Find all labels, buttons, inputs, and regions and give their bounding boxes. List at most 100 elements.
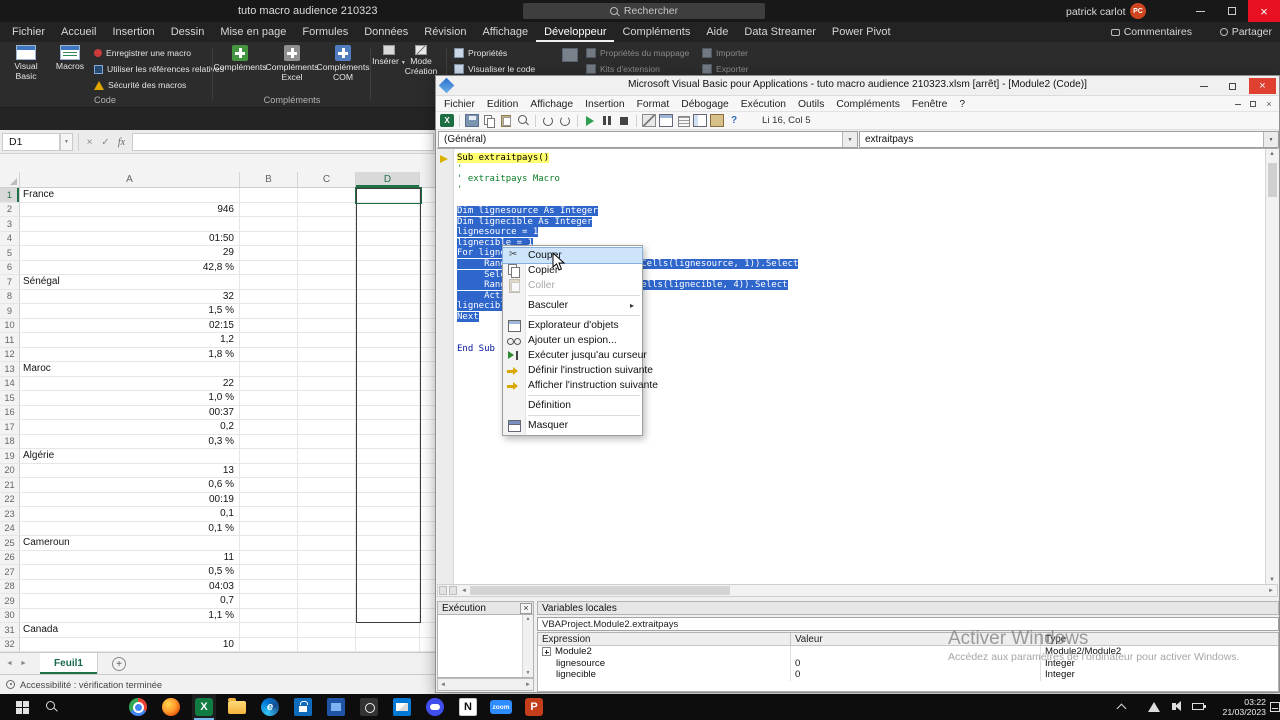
menu-item-afficher-l-instruction-suivante[interactable]: Afficher l'instruction suivante [503,378,658,393]
sheet-tab-feuil1[interactable]: Feuil1 [40,653,98,674]
taskbar-chrome[interactable] [126,694,150,720]
cell-D30[interactable] [356,608,420,623]
cell-B23[interactable] [240,507,298,522]
vba-restore-button[interactable] [1219,78,1246,94]
scroll-left-icon[interactable]: ◄ [440,682,446,688]
minimize-button[interactable] [1184,0,1216,22]
ribbon-tab-donnees[interactable]: Données [356,22,416,42]
row-header-28[interactable]: 28 [0,579,20,594]
action-center-icon[interactable] [1270,702,1280,712]
cell-E13[interactable] [420,362,436,377]
cell-D32[interactable] [356,637,420,652]
scrollbar-thumb[interactable] [1268,163,1277,197]
import-button[interactable]: Importer [702,46,748,60]
locals-context-field[interactable]: VBAProject.Module2.extraitpays [537,617,1279,631]
code-line-2[interactable]: ' [457,164,798,175]
menu-item-executer-jusqu-au-curseur[interactable]: Exécuter jusqu'au curseur [503,348,647,363]
cell-C28[interactable] [298,579,356,594]
row-header-4[interactable]: 4 [0,231,20,246]
copy-icon[interactable] [482,114,496,128]
cell-A12[interactable]: 1,8 % [20,347,240,362]
menu-item-masquer[interactable]: Masquer [503,418,642,433]
visual-basic-button[interactable]: Visual Basic [4,45,48,82]
paste-icon[interactable] [499,114,513,127]
cell-A14[interactable]: 22 [20,376,240,391]
module-minimize-button[interactable] [1231,99,1245,109]
taskbar-notion[interactable] [456,694,480,720]
com-addins-button[interactable]: Compléments COM [317,45,370,83]
macros-button[interactable]: Macros [50,45,90,72]
cell-A32[interactable]: 10 [20,637,240,652]
cell-D25[interactable] [356,536,420,551]
cell-A2[interactable]: 946 [20,202,240,217]
record-macro-button[interactable]: Enregistrer une macro [94,46,191,60]
help-icon[interactable] [727,114,741,127]
row-header-23[interactable]: 23 [0,507,20,522]
row-header-16[interactable]: 16 [0,405,20,420]
vba-menu-edition[interactable]: Edition [481,99,524,110]
cell-E8[interactable] [420,290,436,304]
cell-D3[interactable] [356,217,420,232]
cell-D12[interactable] [356,347,420,362]
cell-D6[interactable] [356,260,420,275]
taskbar-edge[interactable] [258,694,282,720]
cell-C24[interactable] [298,521,356,536]
ribbon-tab-power-pivot[interactable]: Power Pivot [824,22,899,42]
cell-B21[interactable] [240,478,298,493]
cell-E6[interactable] [420,261,436,275]
cell-C2[interactable] [298,202,356,217]
row-header-9[interactable]: 9 [0,304,20,319]
restore-button[interactable] [1216,0,1248,22]
code-line-7[interactable]: Dim lignecible As Integer [457,216,798,228]
cell-C12[interactable] [298,347,356,362]
taskbar-zoom[interactable] [489,694,513,720]
cell-D1[interactable] [356,188,420,203]
cell-A16[interactable]: 00:37 [20,405,240,420]
cell-D16[interactable] [356,405,420,420]
row-header-25[interactable]: 25 [0,536,20,551]
cell-D14[interactable] [356,376,420,391]
cell-C14[interactable] [298,376,356,391]
cell-C18[interactable] [298,434,356,449]
cell-B20[interactable] [240,463,298,478]
scroll-up-icon[interactable]: ▲ [523,616,533,622]
cell-A3[interactable] [20,217,240,232]
vba-menu-fenetre[interactable]: Fenêtre [906,99,954,110]
row-header-15[interactable]: 15 [0,391,20,406]
cell-E12[interactable] [420,348,436,362]
module-restore-button[interactable] [1246,99,1260,109]
cell-E32[interactable] [420,638,436,652]
scrollbar-thumb[interactable] [469,586,730,595]
save-icon[interactable] [465,114,479,127]
scroll-right-icon[interactable]: ► [1265,588,1277,594]
menu-item-definir-l-instruction-suivante[interactable]: Définir l'instruction suivante [503,363,653,378]
select-all-corner[interactable] [0,172,20,188]
ribbon-tab-mise-en-page[interactable]: Mise en page [212,22,294,42]
comments-button[interactable]: Commentaires [1110,22,1192,42]
cell-D8[interactable] [356,289,420,304]
scroll-down-icon[interactable]: ▼ [1266,577,1278,583]
cell-C10[interactable] [298,318,356,333]
cell-B31[interactable] [240,623,298,638]
cell-B1[interactable] [240,188,298,203]
cell-A15[interactable]: 1,0 % [20,391,240,406]
cell-D9[interactable] [356,304,420,319]
row-header-21[interactable]: 21 [0,478,20,493]
cell-E3[interactable] [420,217,436,232]
code-horizontal-scrollbar[interactable]: ◄ ► [437,584,1278,597]
cell-C5[interactable] [298,246,356,261]
cell-A20[interactable]: 13 [20,463,240,478]
cell-E15[interactable] [420,391,436,406]
cell-D20[interactable] [356,463,420,478]
cell-A4[interactable]: 01:50 [20,231,240,246]
cell-C8[interactable] [298,289,356,304]
ribbon-tab-formules[interactable]: Formules [294,22,356,42]
menu-item-ajouter-un-espion[interactable]: Ajouter un espion... [503,333,642,348]
code-line-5[interactable] [457,195,798,206]
cell-D11[interactable] [356,333,420,348]
vba-menu-insertion[interactable]: Insertion [579,99,631,110]
insert-function-icon[interactable] [114,133,129,151]
expansion-packs-button[interactable]: Kits d'extension [586,62,660,76]
cell-B27[interactable] [240,565,298,580]
cell-C15[interactable] [298,391,356,406]
